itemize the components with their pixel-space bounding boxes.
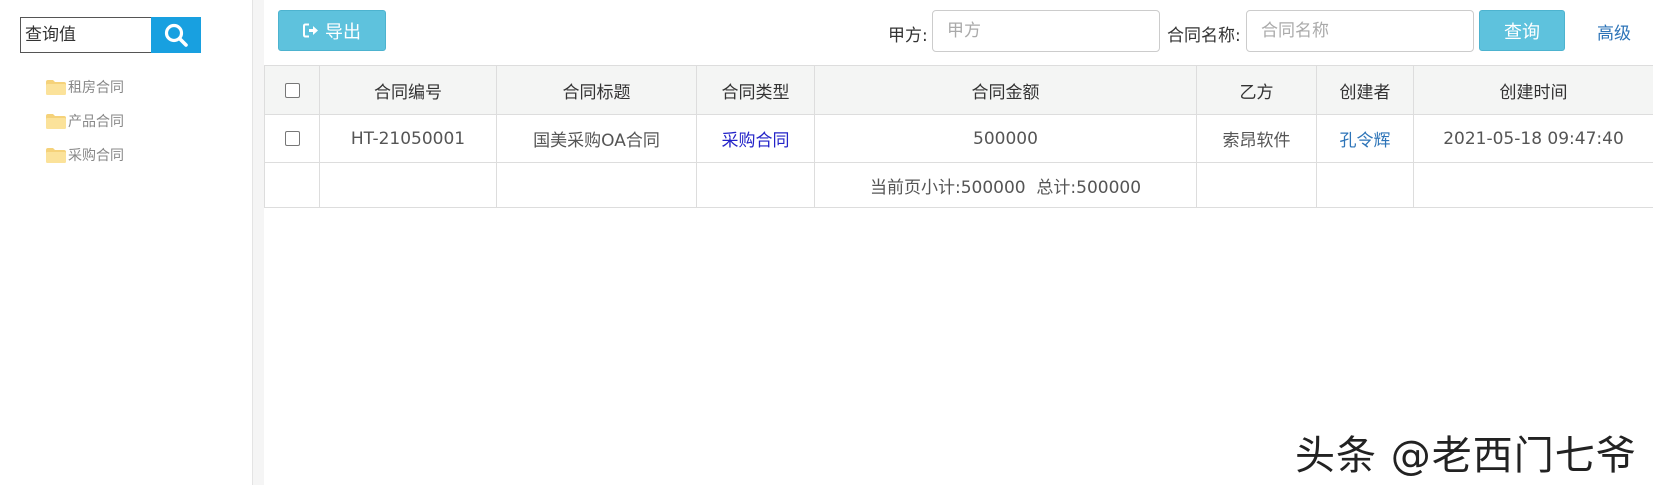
creator-link[interactable]: 孔令辉	[1340, 131, 1391, 151]
table-row[interactable]: HT-21050001 国美采购OA合同 采购合同 500000 索昂软件 孔令…	[264, 114, 1653, 163]
tree-item-rental-contract[interactable]: 租房合同	[46, 70, 124, 104]
row-checkbox[interactable]	[284, 131, 300, 146]
row-select-cell	[264, 114, 320, 163]
query-button[interactable]: 查询	[1479, 10, 1565, 51]
contract-table: 合同编号 合同标题 合同类型 合同金额 乙方 创建者 创建时间 HT-21050…	[264, 65, 1653, 208]
tree-item-purchase-contract[interactable]: 采购合同	[46, 138, 124, 172]
export-label: 导出	[325, 21, 361, 43]
search-input[interactable]	[20, 17, 151, 53]
folder-icon	[46, 79, 66, 95]
export-button[interactable]: 导出	[278, 10, 386, 51]
tree-item-label: 采购合同	[68, 148, 124, 164]
column-header[interactable]: 创建时间	[1413, 65, 1653, 115]
contract-type-link[interactable]: 采购合同	[722, 131, 790, 151]
tree-item-product-contract[interactable]: 产品合同	[46, 104, 124, 138]
column-header[interactable]: 合同类型	[696, 65, 815, 115]
contract-code: HT-21050001	[319, 114, 497, 163]
contract-title: 国美采购OA合同	[496, 114, 697, 163]
advanced-search-link[interactable]: 高级	[1597, 19, 1631, 44]
table-header: 合同编号 合同标题 合同类型 合同金额 乙方 创建者 创建时间	[264, 65, 1653, 115]
sidebar: 租房合同 产品合同 采购合同	[0, 0, 264, 485]
tree-item-label: 租房合同	[68, 80, 124, 96]
watermark: 头条 @老西门七爷	[1295, 433, 1637, 479]
creator-cell: 孔令辉	[1316, 114, 1414, 163]
created-at: 2021-05-18 09:47:40	[1413, 114, 1653, 163]
search-icon	[164, 23, 188, 47]
summary-text: 当前页小计:500000 总计:500000	[814, 162, 1197, 208]
summary-row: 当前页小计:500000 总计:500000	[264, 162, 1653, 208]
column-header[interactable]: 合同标题	[496, 65, 697, 115]
search-button[interactable]	[151, 17, 201, 53]
column-header[interactable]: 创建者	[1316, 65, 1414, 115]
column-header[interactable]: 乙方	[1196, 65, 1317, 115]
sign-out-icon	[303, 23, 318, 38]
party-a-label: 甲方:	[888, 26, 928, 46]
folder-icon	[46, 147, 66, 163]
column-header[interactable]: 合同编号	[319, 65, 497, 115]
party-b: 索昂软件	[1196, 114, 1317, 163]
contract-tree: 租房合同 产品合同 采购合同	[46, 70, 124, 172]
select-all-checkbox[interactable]	[284, 82, 300, 98]
party-a-input[interactable]	[932, 10, 1160, 52]
column-header[interactable]: 合同金额	[814, 65, 1197, 115]
folder-icon	[46, 113, 66, 129]
contract-type-cell: 采购合同	[696, 114, 815, 163]
contract-amount: 500000	[814, 114, 1197, 163]
select-all-cell	[264, 65, 320, 115]
contract-name-input[interactable]	[1246, 10, 1474, 52]
tree-item-label: 产品合同	[68, 114, 124, 130]
sidebar-search	[20, 17, 201, 53]
contract-name-label: 合同名称:	[1167, 26, 1241, 46]
